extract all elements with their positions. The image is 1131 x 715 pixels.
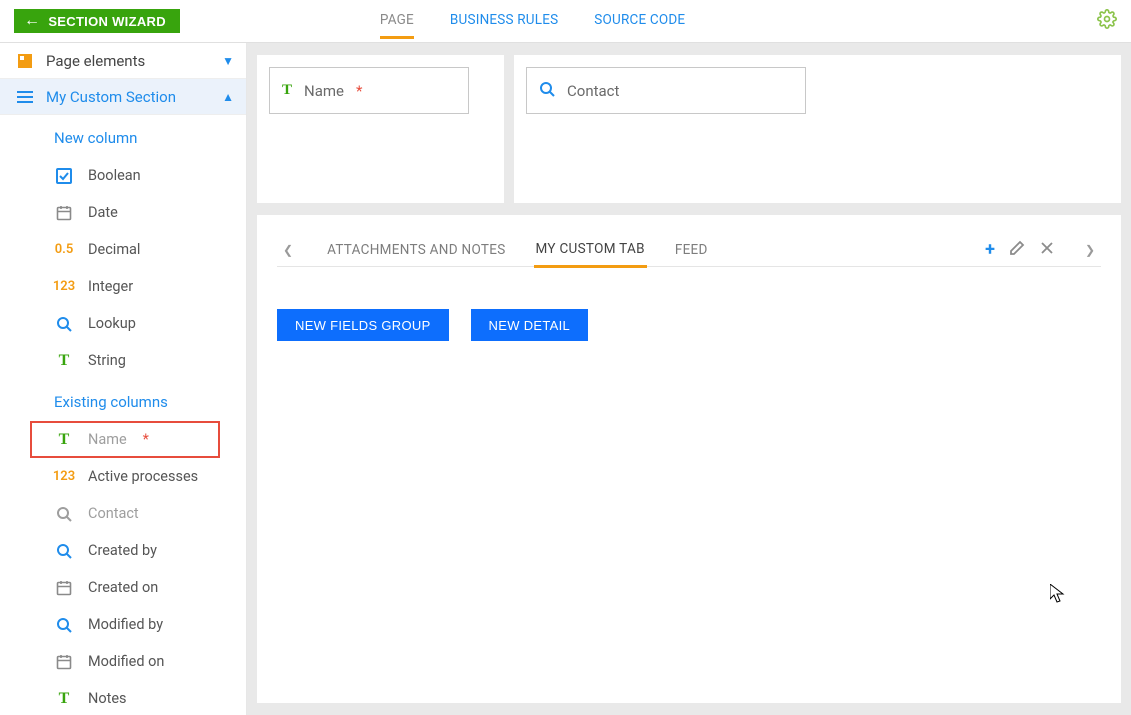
string-icon: T bbox=[54, 690, 74, 708]
tab-strip: ❮ ATTACHMENTS AND NOTES MY CUSTOM TAB FE… bbox=[277, 233, 1101, 267]
edit-tab-icon[interactable] bbox=[1009, 240, 1025, 260]
field-label: Name bbox=[304, 82, 344, 100]
column-label: Lookup bbox=[88, 315, 136, 332]
arrow-left-icon: ← bbox=[24, 13, 40, 29]
field-drop-panel-left[interactable]: T Name * bbox=[257, 55, 504, 203]
section-wizard-back-button[interactable]: ← SECTION WIZARD bbox=[14, 9, 180, 33]
tab-attachments-notes[interactable]: ATTACHMENTS AND NOTES bbox=[325, 234, 507, 266]
chevron-down-icon: ▼ bbox=[222, 54, 234, 68]
calendar-icon bbox=[54, 654, 74, 670]
string-icon: T bbox=[54, 431, 74, 449]
field-drop-panel-right[interactable]: Contact bbox=[514, 55, 1121, 203]
tab-body: NEW FIELDS GROUP NEW DETAIL bbox=[277, 267, 1101, 341]
column-type-integer[interactable]: 123 Integer bbox=[0, 268, 246, 305]
field-label: Contact bbox=[567, 82, 619, 100]
column-label: Decimal bbox=[88, 241, 140, 258]
field-contact[interactable]: Contact bbox=[526, 67, 806, 114]
gear-icon[interactable] bbox=[1097, 9, 1117, 33]
existing-column-created-on[interactable]: Created on bbox=[0, 569, 246, 606]
existing-column-modified-on[interactable]: Modified on bbox=[0, 643, 246, 680]
tab-actions: + ❯ bbox=[985, 235, 1101, 265]
existing-column-name[interactable]: T Name * bbox=[30, 421, 220, 458]
integer-icon: 123 bbox=[54, 279, 74, 294]
column-label: Date bbox=[88, 204, 118, 221]
page-elements-icon bbox=[16, 53, 34, 69]
column-type-lookup[interactable]: Lookup bbox=[0, 305, 246, 342]
tab-business-rules[interactable]: BUSINESS RULES bbox=[450, 4, 558, 39]
column-label: Active processes bbox=[88, 468, 198, 485]
column-label: Notes bbox=[88, 690, 127, 707]
existing-column-notes[interactable]: T Notes bbox=[0, 680, 246, 715]
section-title: My Custom Section bbox=[46, 88, 210, 106]
new-column-heading: New column bbox=[0, 115, 246, 157]
lookup-icon bbox=[54, 543, 74, 559]
column-label: Boolean bbox=[88, 167, 141, 184]
add-tab-icon[interactable]: + bbox=[985, 241, 995, 259]
column-label: Name bbox=[88, 431, 127, 448]
column-label: Modified by bbox=[88, 616, 163, 633]
canvas: T Name * Contact ❮ ATTACHMENTS AND NOTES… bbox=[247, 43, 1131, 715]
section-wizard-label: SECTION WIZARD bbox=[48, 14, 166, 29]
existing-column-created-by[interactable]: Created by bbox=[0, 532, 246, 569]
calendar-icon bbox=[54, 205, 74, 221]
section-title: Page elements bbox=[46, 52, 210, 70]
lookup-icon bbox=[539, 81, 555, 101]
new-fields-group-button[interactable]: NEW FIELDS GROUP bbox=[277, 309, 449, 341]
tab-my-custom-tab[interactable]: MY CUSTOM TAB bbox=[534, 233, 647, 268]
tab-scroll-right[interactable]: ❯ bbox=[1079, 235, 1101, 265]
lookup-icon bbox=[54, 506, 74, 522]
existing-column-contact[interactable]: Contact bbox=[0, 495, 246, 532]
column-label: Created on bbox=[88, 579, 158, 596]
lookup-icon bbox=[54, 316, 74, 332]
tab-feed[interactable]: FEED bbox=[673, 234, 710, 266]
sidebar-section-page-elements[interactable]: Page elements ▼ bbox=[0, 43, 246, 79]
tab-source-code[interactable]: SOURCE CODE bbox=[594, 4, 685, 39]
column-type-date[interactable]: Date bbox=[0, 194, 246, 231]
column-label: Integer bbox=[88, 278, 133, 295]
delete-tab-icon[interactable] bbox=[1039, 240, 1055, 260]
column-label: String bbox=[88, 352, 126, 369]
tabs-panel: ❮ ATTACHMENTS AND NOTES MY CUSTOM TAB FE… bbox=[257, 215, 1121, 703]
required-indicator: * bbox=[143, 431, 149, 448]
column-type-decimal[interactable]: 0.5 Decimal bbox=[0, 231, 246, 268]
check-icon bbox=[54, 168, 74, 184]
required-indicator: * bbox=[356, 82, 362, 100]
string-icon: T bbox=[282, 82, 292, 99]
sidebar: Page elements ▼ My Custom Section ▲ New … bbox=[0, 43, 247, 715]
new-detail-button[interactable]: NEW DETAIL bbox=[471, 309, 589, 341]
tab-page[interactable]: PAGE bbox=[380, 4, 414, 39]
tab-scroll-left[interactable]: ❮ bbox=[277, 235, 299, 265]
sidebar-section-my-custom[interactable]: My Custom Section ▲ bbox=[0, 79, 246, 115]
column-label: Modified on bbox=[88, 653, 164, 670]
column-label: Contact bbox=[88, 505, 139, 522]
decimal-icon: 0.5 bbox=[54, 242, 74, 257]
integer-icon: 123 bbox=[54, 469, 74, 484]
column-label: Created by bbox=[88, 542, 157, 559]
existing-column-modified-by[interactable]: Modified by bbox=[0, 606, 246, 643]
column-type-string[interactable]: T String bbox=[0, 342, 246, 379]
existing-column-active-processes[interactable]: 123 Active processes bbox=[0, 458, 246, 495]
column-type-boolean[interactable]: Boolean bbox=[0, 157, 246, 194]
lookup-icon bbox=[54, 617, 74, 633]
list-icon bbox=[16, 89, 34, 105]
existing-columns-heading: Existing columns bbox=[0, 379, 246, 421]
calendar-icon bbox=[54, 580, 74, 596]
string-icon: T bbox=[54, 352, 74, 370]
chevron-up-icon: ▲ bbox=[222, 90, 234, 104]
top-tabs: PAGE BUSINESS RULES SOURCE CODE bbox=[380, 4, 685, 39]
field-name[interactable]: T Name * bbox=[269, 67, 469, 114]
top-bar: ← SECTION WIZARD PAGE BUSINESS RULES SOU… bbox=[0, 0, 1131, 42]
